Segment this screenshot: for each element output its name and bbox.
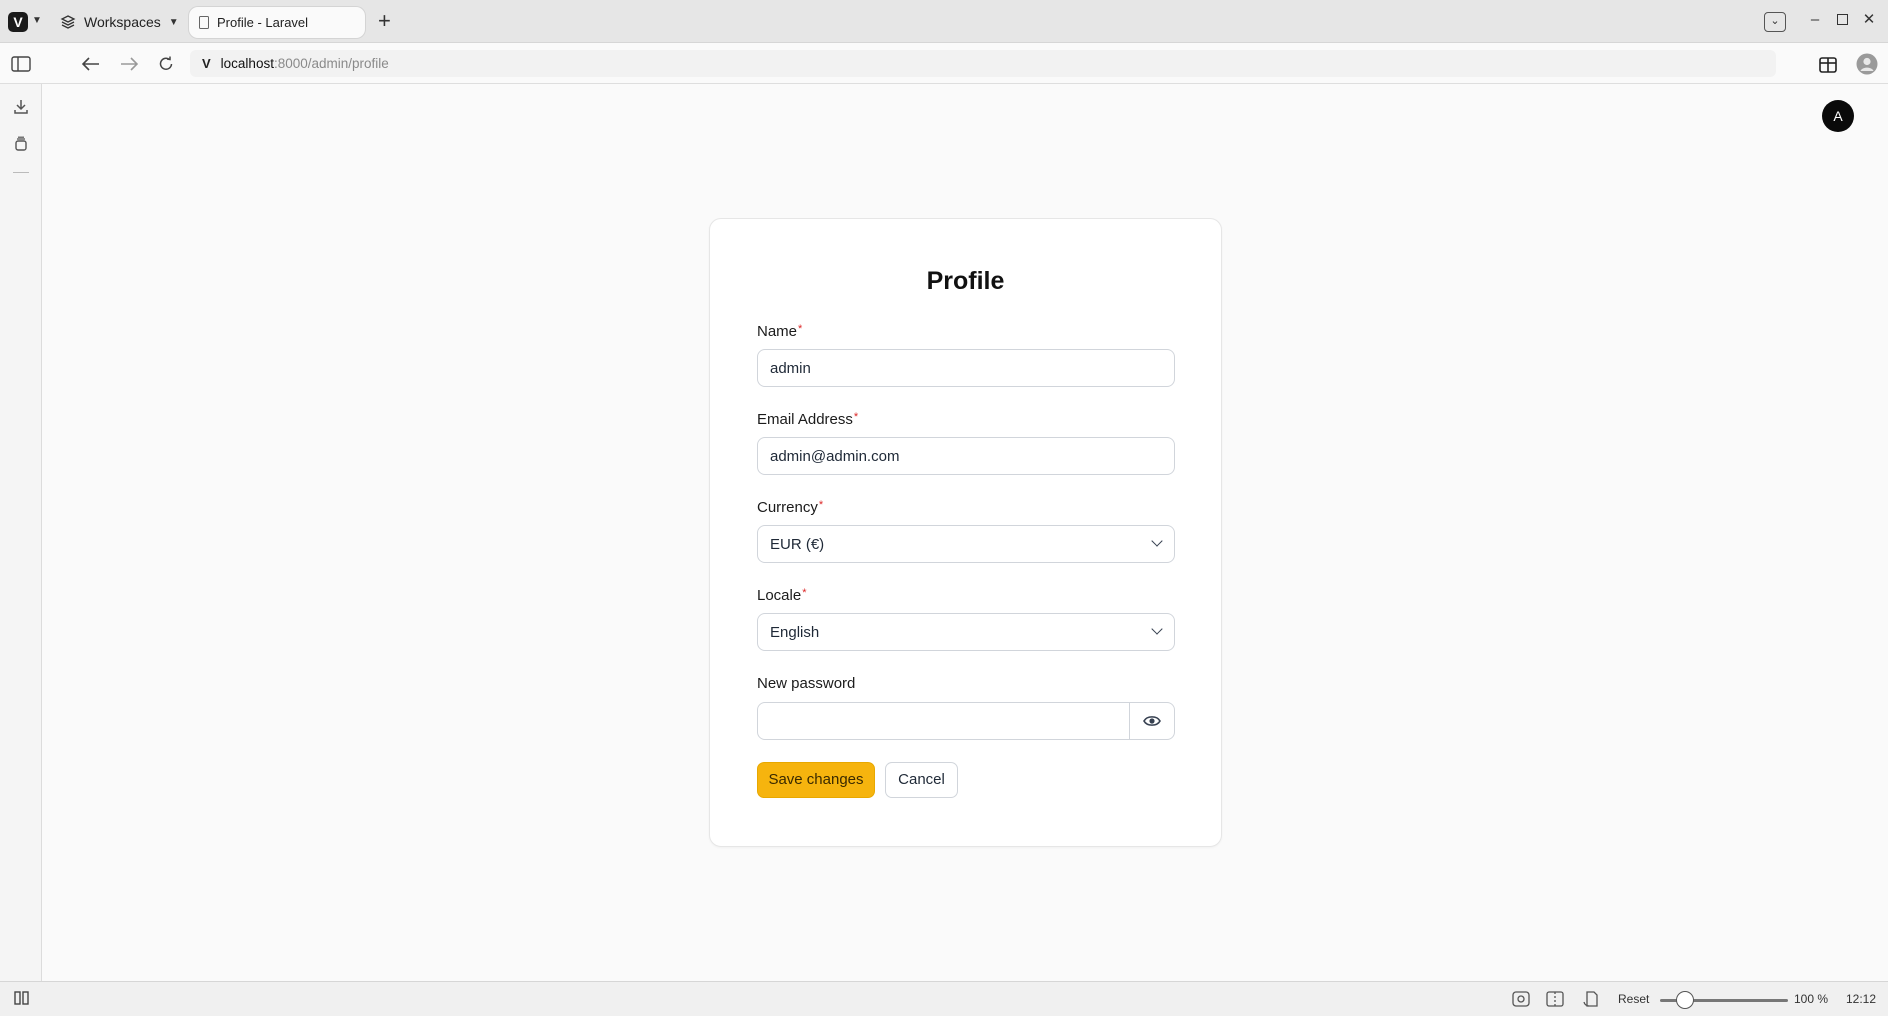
required-mark: *: [853, 411, 859, 423]
password-input[interactable]: [758, 703, 1130, 739]
locale-select-value: English: [770, 623, 820, 641]
address-bar-row: V localhost :8000/admin/profile: [0, 43, 1888, 84]
vivaldi-menu-icon[interactable]: V: [8, 12, 28, 32]
email-input[interactable]: admin@admin.com: [757, 437, 1175, 475]
panel-toggle-icon[interactable]: [14, 991, 30, 1008]
name-input[interactable]: admin: [757, 349, 1175, 387]
password-label: New password: [757, 675, 856, 692]
required-mark: *: [802, 587, 807, 599]
workspaces-label: Workspaces: [84, 14, 161, 30]
required-mark: *: [818, 499, 824, 511]
locale-label: Locale*: [757, 587, 806, 604]
chevron-down-icon: [1151, 535, 1163, 547]
email-label-text: Email Address: [757, 411, 853, 428]
email-input-value: admin@admin.com: [770, 447, 900, 465]
close-window-button[interactable]: ✕: [1856, 6, 1882, 32]
workspaces-button[interactable]: Workspaces ▼: [60, 10, 179, 34]
chevron-down-icon: [1151, 623, 1163, 635]
profile-form-card: Profile Name* admin Email Address* admin…: [709, 218, 1222, 847]
back-button[interactable]: [79, 52, 103, 76]
maximize-icon: [1836, 13, 1848, 25]
tab-title: Profile - Laravel: [217, 15, 309, 30]
layers-icon: [60, 15, 76, 29]
chevron-down-icon[interactable]: ▼: [32, 15, 42, 26]
name-label: Name*: [757, 323, 802, 340]
panel-divider: [13, 172, 29, 173]
currency-label: Currency*: [757, 499, 823, 516]
locale-label-text: Locale: [757, 587, 802, 604]
password-field: [757, 702, 1175, 740]
side-panel: [0, 84, 42, 981]
locale-select[interactable]: English: [757, 613, 1175, 651]
currency-select[interactable]: EUR (€): [757, 525, 1175, 563]
currency-label-text: Currency: [757, 499, 818, 516]
caret-down-icon: ▼: [168, 16, 179, 28]
currency-select-value: EUR (€): [770, 535, 825, 553]
eye-icon: [1143, 716, 1161, 726]
tile-icon[interactable]: [1546, 991, 1564, 1010]
browser-tab-bar: V ▼ Workspaces ▼ Profile - Laravel + ⌄ –…: [0, 0, 1888, 43]
save-changes-button[interactable]: Save changes: [757, 762, 875, 798]
url-host: localhost: [220, 56, 274, 71]
history-icon[interactable]: [11, 134, 31, 154]
page-title: Profile: [926, 267, 1005, 295]
url-path: :8000/admin/profile: [273, 56, 389, 71]
required-mark: *: [798, 323, 803, 335]
zoom-reset-button[interactable]: Reset: [1618, 992, 1649, 1006]
site-info-icon[interactable]: V: [202, 56, 211, 71]
tab-profile[interactable]: Profile - Laravel: [189, 7, 365, 38]
page-actions-icon[interactable]: [1582, 990, 1600, 1011]
page-icon: [199, 16, 209, 29]
email-label: Email Address*: [757, 411, 858, 428]
zoom-slider-handle[interactable]: [1676, 991, 1694, 1009]
name-label-text: Name: [757, 323, 798, 340]
panel-toggle-icon[interactable]: [9, 52, 33, 76]
extensions-icon[interactable]: [1816, 52, 1840, 76]
clock: 12:12: [1846, 992, 1877, 1006]
reload-icon: [159, 56, 173, 70]
url-field[interactable]: V localhost :8000/admin/profile: [190, 50, 1776, 77]
maximize-button[interactable]: [1829, 6, 1855, 32]
arrow-right-icon: [121, 57, 138, 71]
new-tab-button[interactable]: +: [378, 9, 391, 33]
reload-button[interactable]: [154, 52, 178, 76]
tab-list-button[interactable]: ⌄: [1764, 12, 1786, 32]
zoom-level: 100 %: [1794, 992, 1829, 1006]
status-bar: Reset 100 % 12:12: [0, 981, 1888, 1016]
user-avatar[interactable]: A: [1822, 100, 1854, 132]
minimize-button[interactable]: –: [1802, 6, 1828, 32]
cancel-button[interactable]: Cancel: [885, 762, 958, 798]
downloads-icon[interactable]: [11, 97, 31, 117]
forward-button[interactable]: [117, 52, 141, 76]
show-password-button[interactable]: [1129, 703, 1174, 739]
name-input-value: admin: [770, 359, 811, 377]
profile-icon[interactable]: [1855, 52, 1879, 76]
capture-icon[interactable]: [1512, 991, 1530, 1010]
arrow-left-icon: [82, 57, 99, 71]
